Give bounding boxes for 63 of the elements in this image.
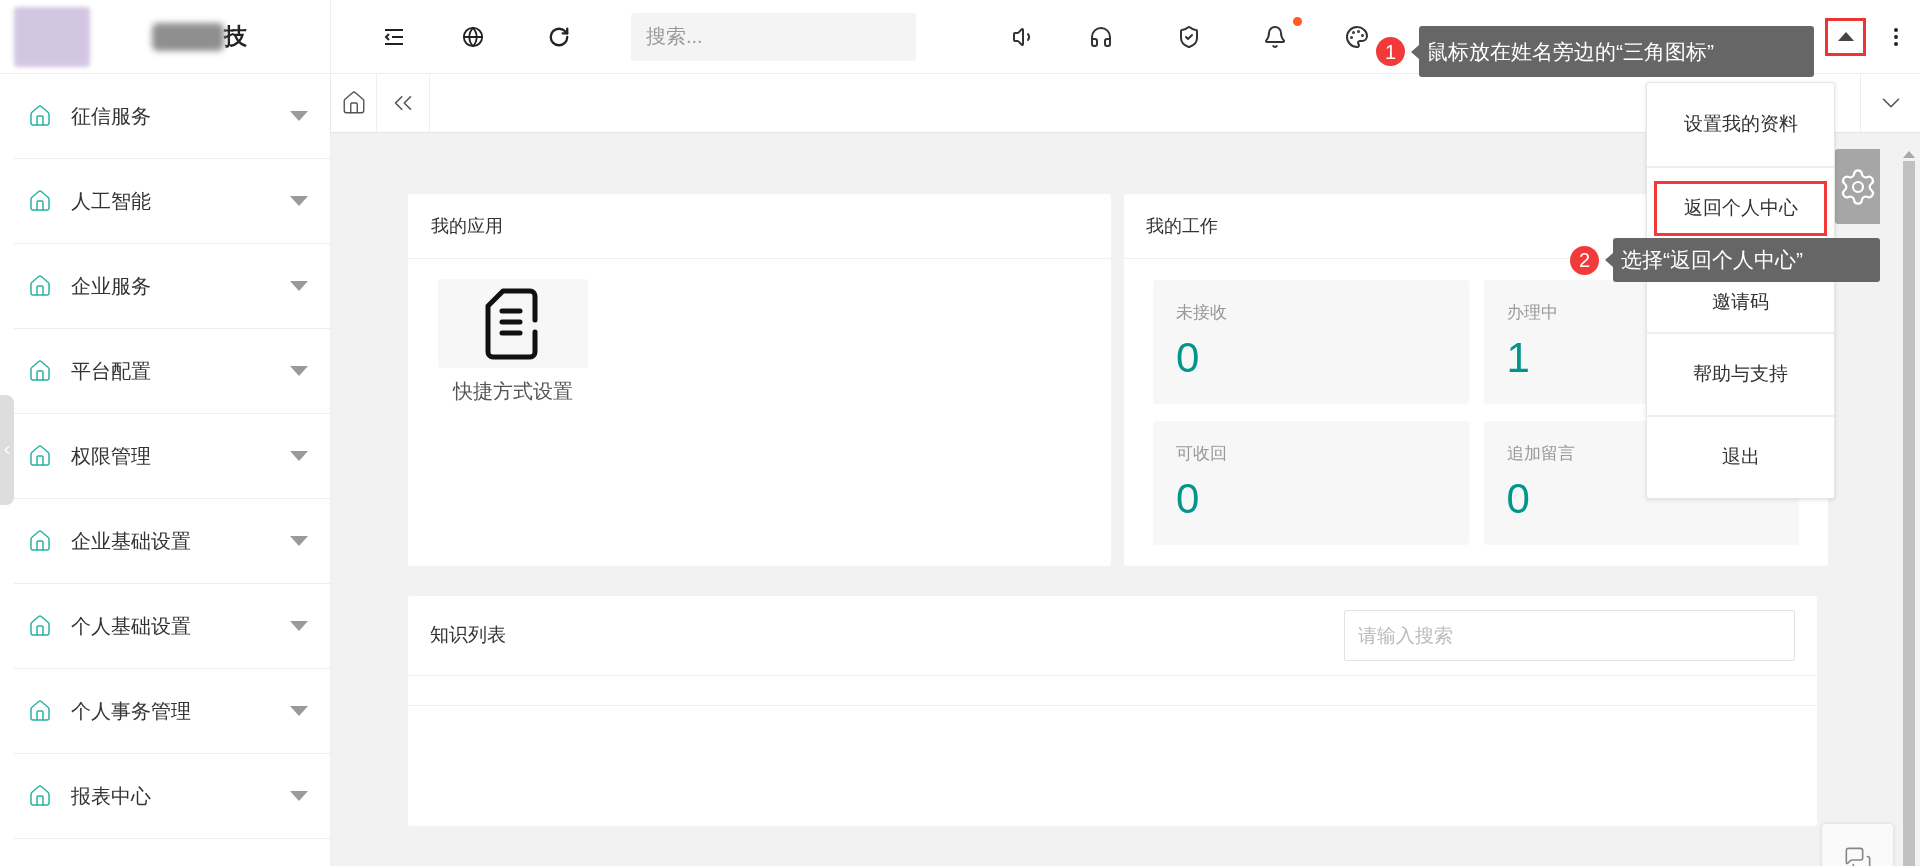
chat-icon [1843,846,1872,866]
sidebar-label: 报表中心 [71,784,151,809]
logo-icon [14,6,90,67]
stat-value: 0 [1176,473,1200,524]
stat-label: 可收回 [1176,443,1227,465]
search-field[interactable]: 搜索... [631,12,916,61]
sidebar-item[interactable]: 个人事务管理 [14,669,330,754]
sidebar-label: 权限管理 [71,444,151,469]
home-icon [28,444,52,468]
home-icon [28,529,52,553]
app-label: 快捷方式设置 [453,379,573,404]
sidebar-label: 平台配置 [71,359,151,384]
headphones-icon[interactable] [1089,24,1113,49]
sidebar-label: 个人基础设置 [71,614,191,639]
sidebar-label: 人工智能 [71,189,151,214]
sidebar-label: 企业基础设置 [71,529,191,554]
annotation-tooltip: 选择“返回个人中心” [1613,238,1880,282]
shield-icon[interactable] [1177,24,1201,49]
caret-up-icon [1837,32,1854,41]
stat-value: 0 [1506,473,1530,524]
menu-item[interactable]: 返回个人中心 [1654,181,1827,236]
collapse-handle[interactable] [0,395,14,505]
stat-label: 办理中 [1506,302,1558,324]
outdent-icon[interactable] [383,27,405,46]
home-icon [28,274,52,298]
user-menu-toggle[interactable] [1825,17,1866,56]
sidebar-label: 企业服务 [71,274,151,299]
sidebar-item[interactable]: 平台配置 [14,329,330,414]
menu-item[interactable]: 设置我的资料 [1654,97,1827,152]
home-icon [28,784,52,808]
sidebar-item[interactable]: 企业基础设置 [14,499,330,584]
chat-button[interactable] [1822,824,1893,866]
step-number-badge: 1 [1376,37,1405,66]
knowledge-search-field[interactable]: 请输入搜索 [1344,610,1795,661]
home-icon [28,614,52,638]
stat-label: 追加留言 [1506,443,1575,465]
brand-name: 技 [224,22,247,52]
sidebar-item[interactable]: 个人基础设置 [14,584,330,669]
palette-icon[interactable] [1345,24,1369,49]
stat-label: 未接收 [1176,302,1227,324]
home-icon [28,699,52,723]
sidebar-item[interactable]: 企业服务 [14,244,330,329]
refresh-icon[interactable] [548,25,570,48]
home-icon [28,189,52,213]
sidebar-item[interactable]: 征信服务 [14,74,330,159]
sidebar-item[interactable]: 人工智能 [14,159,330,244]
settings-button[interactable] [1835,149,1880,224]
tooltip-pointer-icon [1605,253,1613,267]
sidebar-item[interactable]: 报表中心 [14,754,330,839]
stat-value: 0 [1176,332,1200,383]
stat-value: 1 [1506,332,1530,383]
sidebar-label: 征信服务 [71,104,151,129]
tooltip-pointer-icon [1411,44,1419,59]
card-title: 知识列表 [430,623,506,648]
annotation-tooltip: 鼠标放在姓名旁边的“三角图标” [1419,26,1814,77]
bell-icon[interactable] [1263,24,1287,49]
card-title: 我的应用 [431,214,503,238]
company-name-blurred [152,22,224,51]
sidebar-label: 个人事务管理 [71,699,191,724]
home-icon [28,359,52,383]
globe-icon[interactable] [462,25,484,48]
home-icon [28,104,52,128]
card-title: 我的工作 [1146,214,1218,238]
